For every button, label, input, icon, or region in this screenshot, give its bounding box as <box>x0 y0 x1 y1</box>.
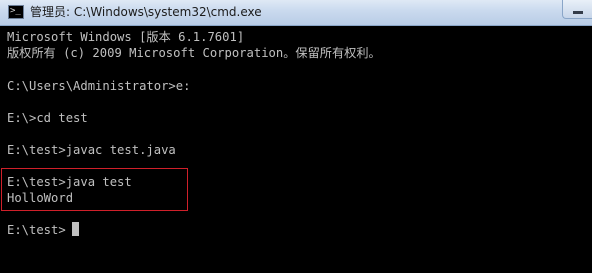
console-line: 版权所有 (c) 2009 Microsoft Corporation。保留所有… <box>7 46 381 60</box>
cmd-app-icon[interactable]: >_ <box>8 5 24 19</box>
title-bar[interactable]: >_ 管理员: C:\Windows\system32\cmd.exe <box>0 0 592 26</box>
minimize-icon <box>573 11 583 14</box>
console-line: E:\test> <box>7 223 66 237</box>
console-line: E:\>cd test <box>7 111 88 125</box>
console-line: E:\test>javac test.java <box>7 143 176 157</box>
cmd-window: >_ 管理员: C:\Windows\system32\cmd.exe Micr… <box>0 0 592 273</box>
console-line: Microsoft Windows [版本 6.1.7601] <box>7 30 245 44</box>
window-controls <box>562 0 592 20</box>
console-output[interactable]: Microsoft Windows [版本 6.1.7601] 版权所有 (c)… <box>0 26 592 273</box>
text-cursor <box>72 222 79 236</box>
window-title: 管理员: C:\Windows\system32\cmd.exe <box>30 5 262 19</box>
highlight-annotation-box <box>1 168 188 211</box>
minimize-button[interactable] <box>562 0 592 19</box>
console-line: C:\Users\Administrator>e: <box>7 79 191 93</box>
